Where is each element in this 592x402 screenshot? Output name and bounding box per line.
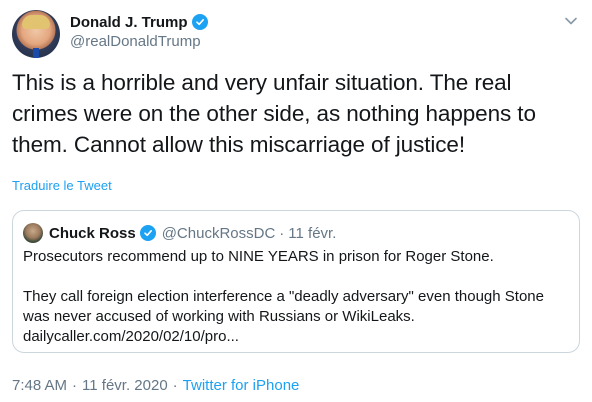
verified-badge-icon bbox=[191, 14, 208, 30]
avatar-hair bbox=[22, 15, 50, 29]
avatar-tie bbox=[33, 48, 39, 58]
quoted-author-handle: @ChuckRossDC bbox=[161, 224, 276, 242]
author-display-name[interactable]: Donald J. Trump bbox=[70, 14, 188, 31]
tweet-source-link[interactable]: Twitter for iPhone bbox=[183, 377, 300, 394]
quoted-date: 11 févr. bbox=[288, 224, 337, 242]
author-name-row: Donald J. Trump bbox=[70, 12, 208, 32]
meta-separator: · bbox=[172, 377, 178, 394]
tweet-card: Donald J. Trump @realDonaldTrump This is… bbox=[0, 0, 592, 402]
quoted-tweet-header: Chuck Ross @ChuckRossDC · 11 févr. bbox=[23, 223, 336, 243]
quoted-paragraph-1: Prosecutors recommend up to NINE YEARS i… bbox=[23, 248, 494, 265]
tweet-time[interactable]: 7:48 AM bbox=[12, 377, 67, 394]
quoted-tweet[interactable]: Chuck Ross @ChuckRossDC · 11 févr. Prose… bbox=[12, 210, 580, 353]
tweet-date[interactable]: 11 févr. 2020 bbox=[82, 377, 168, 394]
chevron-down-icon[interactable] bbox=[562, 12, 580, 30]
author-info: Donald J. Trump @realDonaldTrump bbox=[70, 12, 208, 50]
tweet-text: This is a horrible and very unfair situa… bbox=[12, 70, 536, 157]
author-handle[interactable]: @realDonaldTrump bbox=[70, 33, 208, 50]
quoted-separator: · bbox=[279, 224, 285, 242]
meta-separator: · bbox=[72, 377, 78, 394]
tweet-meta: 7:48 AM · 11 févr. 2020 · Twitter for iP… bbox=[12, 377, 299, 394]
translate-tweet-link[interactable]: Traduire le Tweet bbox=[12, 178, 112, 193]
checkmark-icon bbox=[143, 230, 152, 237]
author-avatar[interactable] bbox=[12, 10, 60, 58]
quoted-author-name: Chuck Ross bbox=[49, 224, 136, 242]
verified-badge-icon bbox=[139, 225, 156, 241]
quoted-tweet-body: Prosecutors recommend up to NINE YEARS i… bbox=[23, 247, 571, 347]
quoted-author-avatar bbox=[23, 223, 43, 243]
quoted-paragraph-2: They call foreign election interference … bbox=[23, 288, 544, 345]
checkmark-icon bbox=[195, 19, 204, 26]
